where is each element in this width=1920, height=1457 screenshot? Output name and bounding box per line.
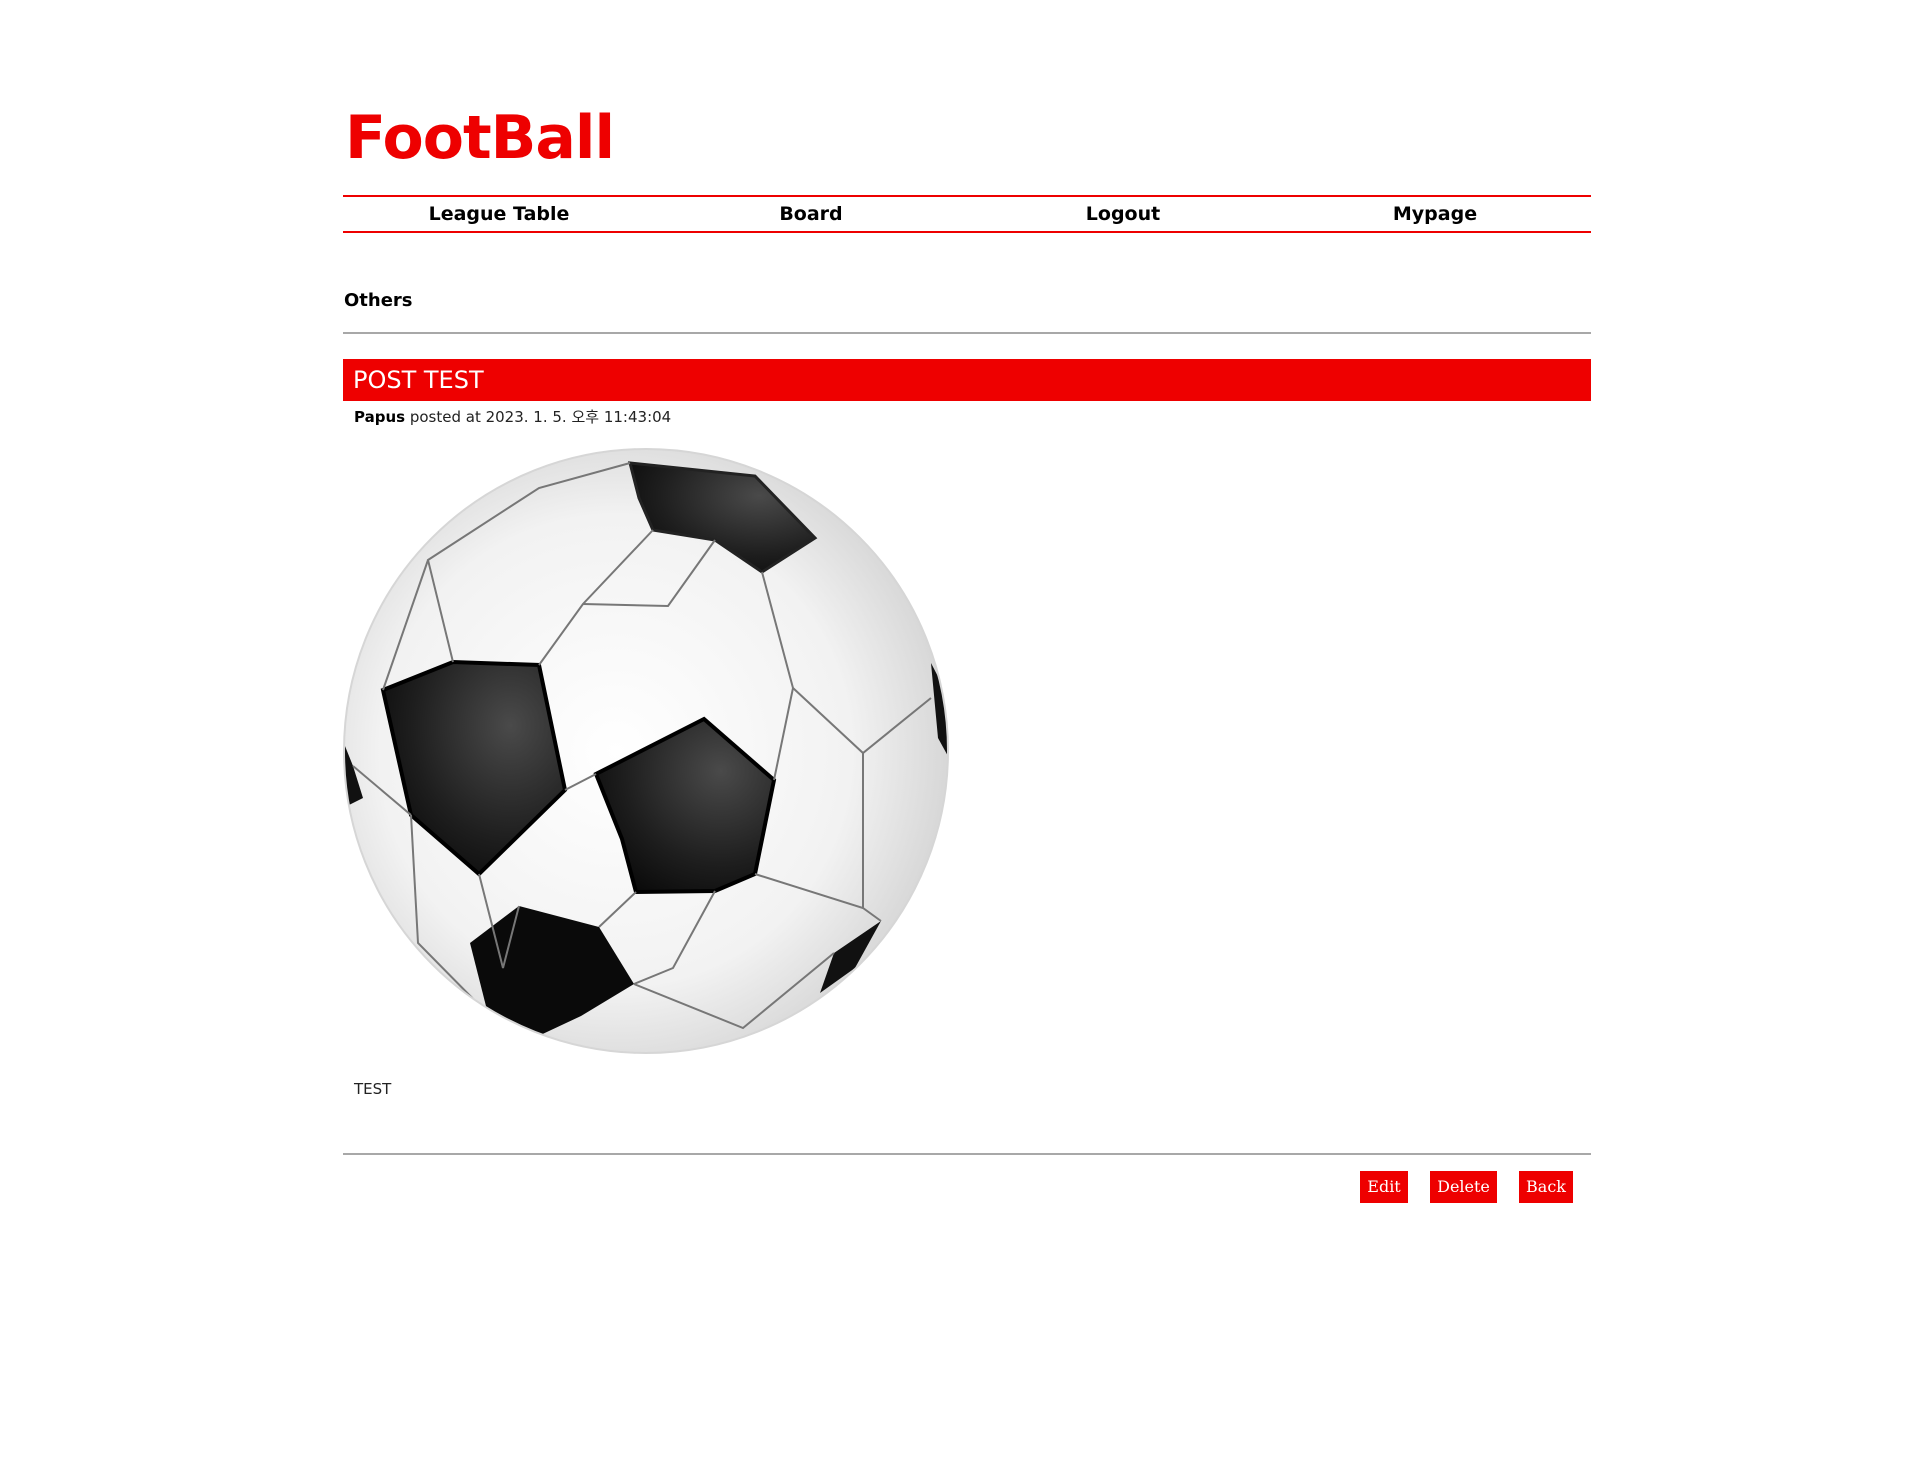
nav-mypage[interactable]: Mypage (1279, 197, 1591, 231)
main-nav: League Table Board Logout Mypage (343, 195, 1591, 233)
nav-league-table[interactable]: League Table (343, 197, 655, 231)
post-title-bar: POST TEST (343, 359, 1591, 401)
nav-board[interactable]: Board (655, 197, 967, 231)
post-date: posted at 2023. 1. 5. 오후 11:43:04 (409, 408, 672, 426)
soccer-ball-image (343, 448, 949, 1054)
edit-button[interactable]: Edit (1360, 1171, 1408, 1203)
post-author: Papus (354, 408, 406, 426)
delete-button[interactable]: Delete (1430, 1171, 1497, 1203)
board-category-title: Others (344, 290, 413, 311)
nav-logout[interactable]: Logout (967, 197, 1279, 231)
bottom-divider (343, 1153, 1591, 1155)
top-divider (343, 332, 1591, 334)
site-logo[interactable]: FootBall (345, 98, 615, 178)
post-body-text: TEST (354, 1080, 392, 1098)
back-button[interactable]: Back (1519, 1171, 1573, 1203)
post-title: POST TEST (353, 366, 484, 394)
post-meta: Papus posted at 2023. 1. 5. 오후 11:43:04 (354, 406, 671, 428)
